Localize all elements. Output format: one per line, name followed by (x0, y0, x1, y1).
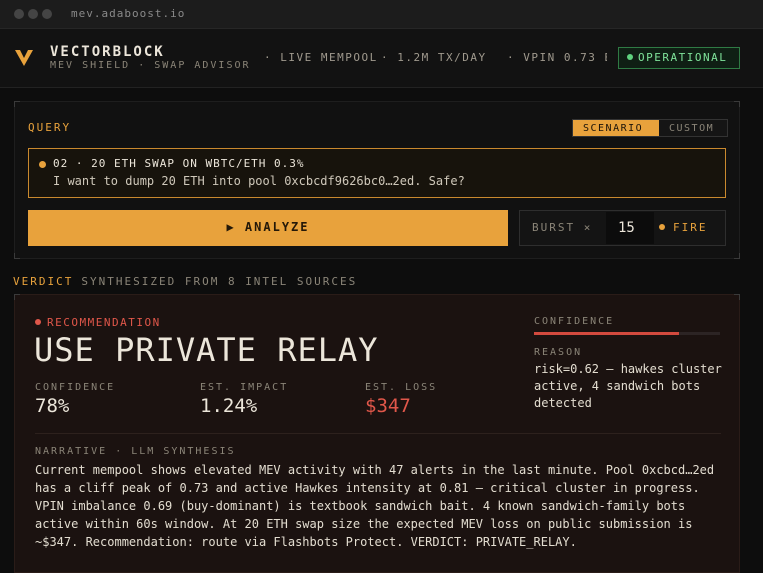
status-dot-icon (627, 54, 633, 60)
recommendation-label: RECOMMENDATION (35, 316, 161, 329)
fire-label: FIRE (673, 221, 708, 234)
recommendation-text: USE PRIVATE RELAY (34, 331, 379, 369)
corner-mark (14, 101, 20, 107)
confidence-bar-label: CONFIDENCE (534, 316, 615, 327)
fire-button[interactable]: FIRE (659, 221, 708, 234)
corner-mark (14, 294, 20, 300)
impact-metric-value: 1.24% (200, 395, 258, 417)
scenario-dot-icon (39, 161, 46, 168)
section-divider (35, 433, 721, 434)
window-titlebar: mev.adaboost.io (0, 0, 763, 29)
brand-title: VECTORBLOCK (50, 44, 165, 60)
app-header: VECTORBLOCK MEV SHIELD · SWAP ADVISOR · … (0, 29, 763, 88)
narrative-text: Current mempool shows elevated MEV activ… (35, 463, 715, 549)
reason-label: REASON (534, 347, 583, 358)
verdict-panel: RECOMMENDATION USE PRIVATE RELAY CONFIDE… (14, 294, 740, 573)
mode-toggle: SCENARIO CUSTOM (572, 119, 728, 137)
burst-control: BURST × 15 FIRE (519, 210, 726, 246)
custom-mode-button[interactable]: CUSTOM (659, 120, 727, 136)
reason-text: risk=0.62 — hawkes cluster active, 4 san… (534, 362, 722, 410)
scenario-card[interactable]: 02 · 20 ETH SWAP ON WBTC/ETH 0.3% I want… (28, 148, 726, 198)
scenario-mode-button[interactable]: SCENARIO (573, 120, 659, 136)
corner-mark (14, 253, 20, 259)
address-url[interactable]: mev.adaboost.io (71, 7, 185, 20)
scenario-title: 02 · 20 ETH SWAP ON WBTC/ETH 0.3% (53, 157, 305, 170)
confidence-bar (534, 332, 720, 335)
impact-metric-label: EST. IMPACT (200, 382, 289, 393)
analyze-button[interactable]: ▶ ANALYZE (28, 210, 508, 246)
loss-metric-value: $347 (365, 395, 411, 417)
verdict-heading: VERDICT SYNTHESIZED FROM 8 INTEL SOURCES (13, 275, 357, 288)
vector-logo-icon (15, 50, 33, 66)
recommendation-label-text: RECOMMENDATION (47, 316, 161, 329)
vpin-stat: · VPIN 0.73 B (507, 51, 607, 64)
status-badge: OPERATIONAL (618, 47, 740, 69)
query-panel: QUERY SCENARIO CUSTOM 02 · 20 ETH SWAP O… (14, 101, 740, 259)
burst-label: BURST × (532, 221, 593, 234)
status-text: OPERATIONAL (638, 51, 728, 64)
fire-dot-icon (659, 224, 665, 230)
corner-mark (734, 253, 740, 259)
narrative-label: NARRATIVE · LLM SYNTHESIS (35, 446, 236, 457)
confidence-metric-label: CONFIDENCE (35, 382, 116, 393)
live-mempool-stat: · LIVE MEMPOOL (264, 51, 378, 64)
scenario-query-text: I want to dump 20 ETH into pool 0xcbcdf9… (53, 174, 465, 188)
query-label: QUERY (28, 121, 72, 134)
maximize-window-dot[interactable] (42, 9, 52, 19)
burst-count-input[interactable]: 15 (606, 212, 654, 244)
tx-rate-stat: · 1.2M TX/DAY (381, 51, 487, 64)
corner-mark (734, 294, 740, 300)
confidence-metric-value: 78% (35, 395, 70, 417)
verdict-label: VERDICT (13, 275, 74, 288)
verdict-sources: SYNTHESIZED FROM 8 INTEL SOURCES (81, 275, 358, 288)
confidence-bar-fill (534, 332, 680, 335)
recommendation-dot-icon (35, 319, 41, 325)
corner-mark (734, 101, 740, 107)
close-window-dot[interactable] (14, 9, 24, 19)
minimize-window-dot[interactable] (28, 9, 38, 19)
brand-subtitle: MEV SHIELD · SWAP ADVISOR (50, 60, 251, 71)
loss-metric-label: EST. LOSS (365, 382, 438, 393)
